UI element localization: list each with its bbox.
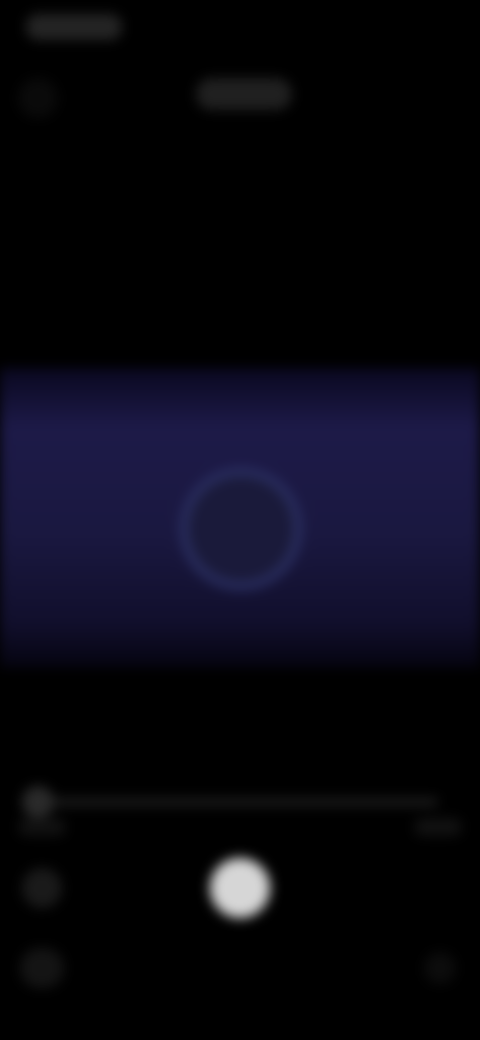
page-title <box>196 78 292 110</box>
time-total <box>414 818 462 836</box>
back-button[interactable] <box>18 78 58 118</box>
seek-thumb[interactable] <box>22 786 54 818</box>
mute-button[interactable] <box>20 948 64 988</box>
status-time <box>26 14 122 40</box>
fullscreen-button[interactable] <box>424 952 456 984</box>
status-bar <box>0 0 480 60</box>
time-current <box>18 818 66 836</box>
loading-spinner-icon <box>180 468 302 590</box>
play-button[interactable] <box>210 858 270 918</box>
app-screen <box>0 0 480 1040</box>
seek-bar[interactable] <box>38 798 438 806</box>
settings-button[interactable] <box>22 868 62 908</box>
